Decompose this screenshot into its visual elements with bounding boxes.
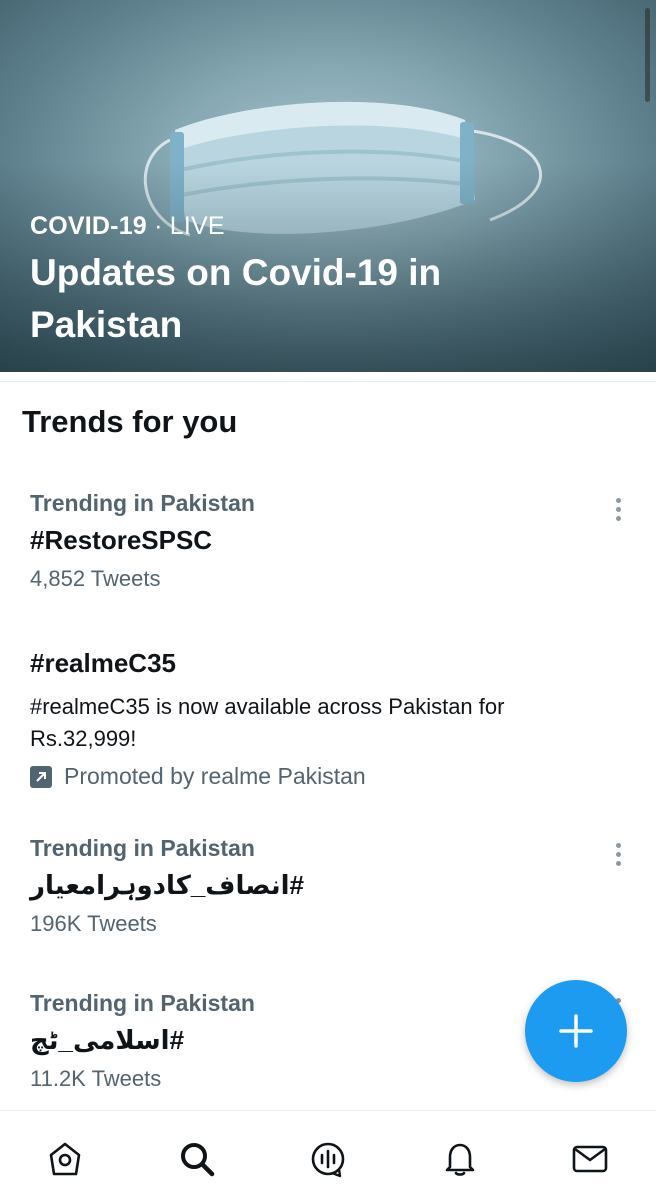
trend-count: 11.2K Tweets	[30, 1066, 162, 1091]
hero-text: COVID-19 · LIVE Updates on Covid-19 in P…	[30, 212, 550, 351]
trend-name: #RestoreSPSC	[30, 525, 213, 555]
hero-category: COVID-19	[30, 212, 147, 240]
trend-meta: Trending in Pakistan	[30, 990, 255, 1016]
more-options-icon[interactable]	[616, 498, 622, 525]
covid-hero-banner[interactable]: COVID-19 · LIVE Updates on Covid-19 in P…	[0, 0, 656, 372]
hero-title: Updates on Covid-19 in Pakistan	[30, 252, 442, 345]
messages-icon[interactable]	[568, 1137, 612, 1181]
trend-name: #انصاف_کادوہرامعیار	[30, 870, 305, 900]
hero-separator: ·	[146, 212, 170, 240]
section-divider	[0, 372, 656, 382]
compose-tweet-button[interactable]	[525, 980, 627, 1082]
trend-count: 4,852 Tweets	[30, 566, 161, 591]
home-icon[interactable]	[43, 1137, 87, 1181]
hero-status: LIVE	[169, 212, 225, 240]
hero-category-line: COVID-19 · LIVE	[30, 212, 550, 241]
trend-name: #اسلامی_ٹچ	[30, 1025, 185, 1055]
trend-count: 196K Tweets	[30, 911, 157, 936]
more-options-icon[interactable]	[616, 843, 622, 870]
section-title: Trends for you	[22, 404, 238, 439]
trend-item[interactable]: Trending in Pakistan #اسلامی_ٹچ 11.2K Tw…	[30, 990, 610, 1092]
promoted-label: Promoted by realme Pakistan	[30, 763, 610, 790]
bottom-navigation	[0, 1110, 656, 1200]
trend-item[interactable]: Trending in Pakistan #RestoreSPSC 4,852 …	[30, 490, 610, 592]
trend-meta: Trending in Pakistan	[30, 490, 255, 516]
trend-item[interactable]: Trending in Pakistan #انصاف_کادوہرامعیار…	[30, 835, 610, 937]
trend-meta: Trending in Pakistan	[30, 835, 255, 861]
spaces-icon[interactable]	[306, 1137, 350, 1181]
plus-icon	[559, 1014, 593, 1048]
promoted-text: Promoted by realme Pakistan	[64, 763, 366, 789]
scrollbar[interactable]	[645, 8, 650, 102]
notifications-icon[interactable]	[438, 1137, 482, 1181]
trend-name: #realmeC35	[30, 648, 176, 678]
promoted-arrow-icon	[30, 765, 52, 788]
promoted-trend-item[interactable]: #realmeC35 #realmeC35 is now available a…	[30, 648, 610, 790]
search-icon[interactable]	[175, 1137, 219, 1181]
trend-description: #realmeC35 is now available across Pakis…	[30, 694, 505, 751]
